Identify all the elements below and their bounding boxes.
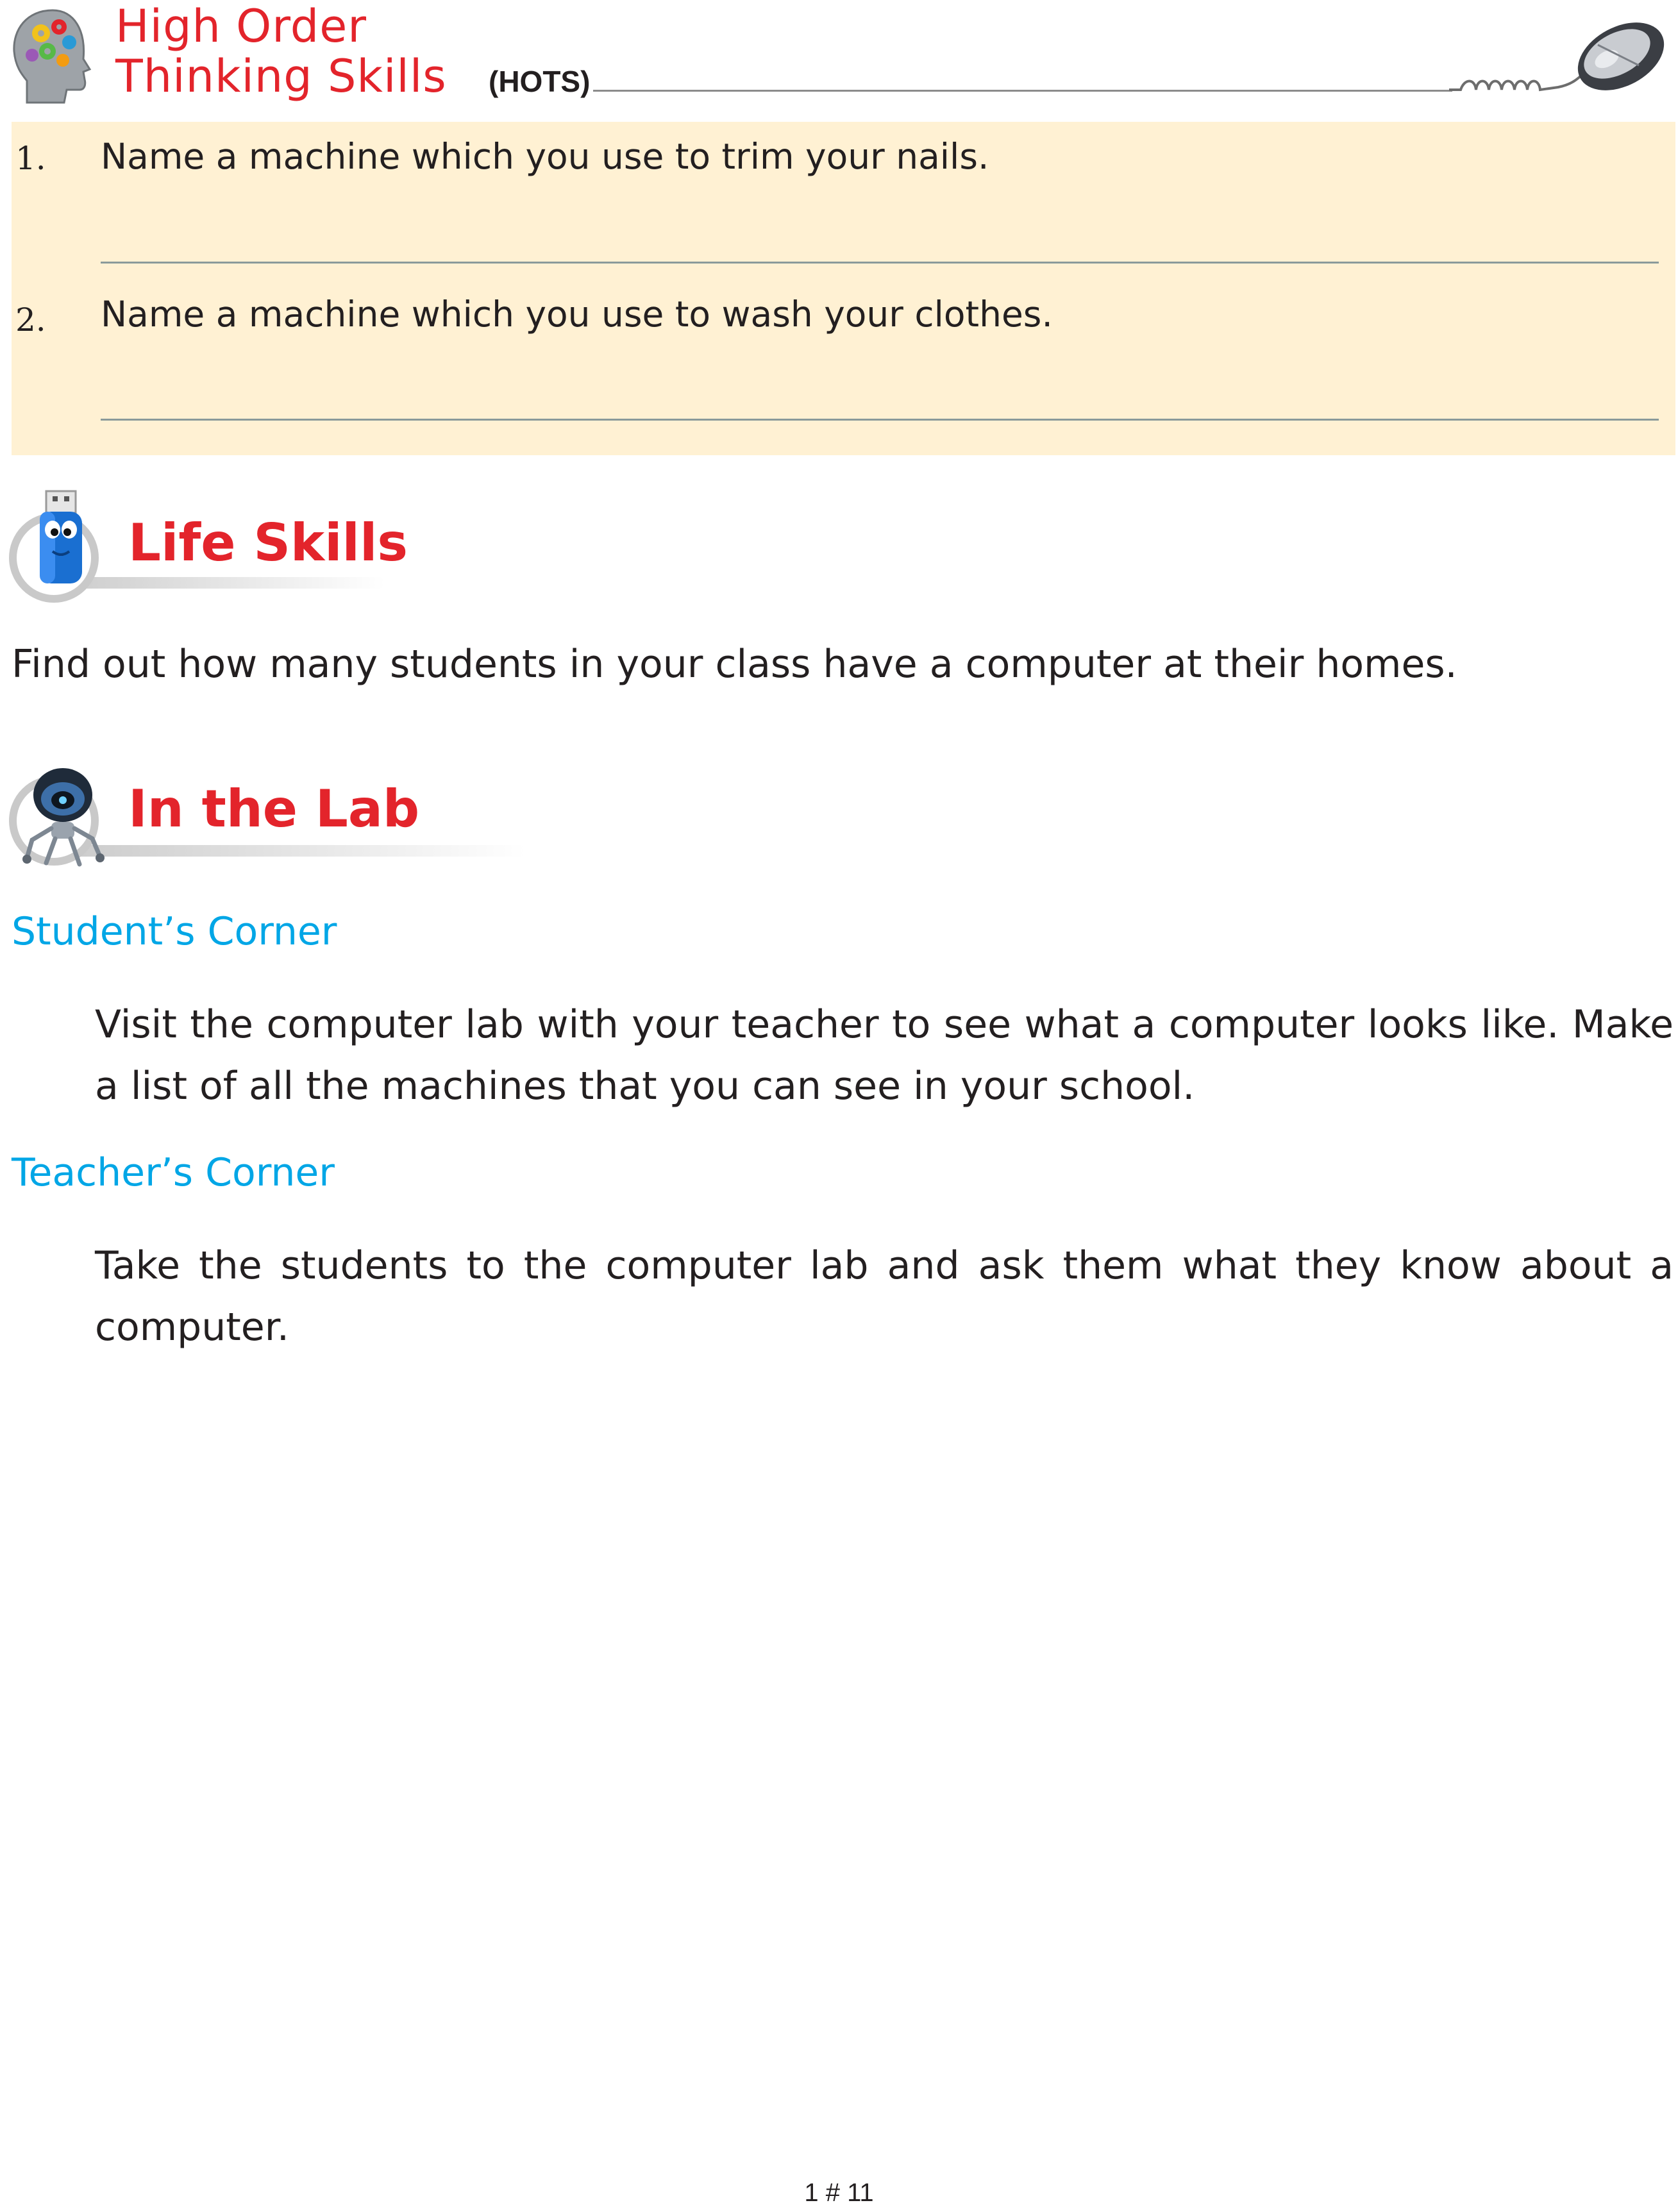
- students-corner-text: Visit the computer lab with your teacher…: [95, 1002, 1674, 1109]
- answer-line[interactable]: [101, 262, 1659, 264]
- hots-title-line1: High Order: [115, 0, 367, 53]
- computer-mouse-icon: [1449, 12, 1667, 108]
- question-number: 2.: [15, 301, 46, 339]
- teachers-corner-text: Take the students to the computer lab an…: [95, 1243, 1674, 1350]
- section-underline: [38, 845, 526, 857]
- question-text: Name a machine which you use to trim you…: [101, 136, 989, 177]
- robot-icon: [13, 762, 109, 871]
- brain-gears-icon: [8, 5, 104, 108]
- life-skills-title: Life Skills: [128, 513, 408, 573]
- students-corner-title: Student’s Corner: [12, 909, 337, 954]
- page-number: 1 # 11: [804, 2179, 874, 2207]
- hots-abbr: (HOTS): [489, 65, 591, 98]
- answer-line[interactable]: [101, 419, 1659, 421]
- teachers-corner-title: Teacher’s Corner: [12, 1150, 335, 1195]
- question-number: 1.: [15, 140, 46, 177]
- question-text: Name a machine which you use to wash you…: [101, 294, 1053, 335]
- hots-divider: [593, 90, 1452, 92]
- hots-title-line2: Thinking Skills: [115, 50, 447, 103]
- life-skills-text: Find out how many students in your class…: [12, 642, 1457, 687]
- hots-title: High Order Thinking Skills: [115, 1, 447, 101]
- in-the-lab-title: In the Lab: [128, 779, 420, 839]
- usb-drive-icon: [31, 487, 101, 590]
